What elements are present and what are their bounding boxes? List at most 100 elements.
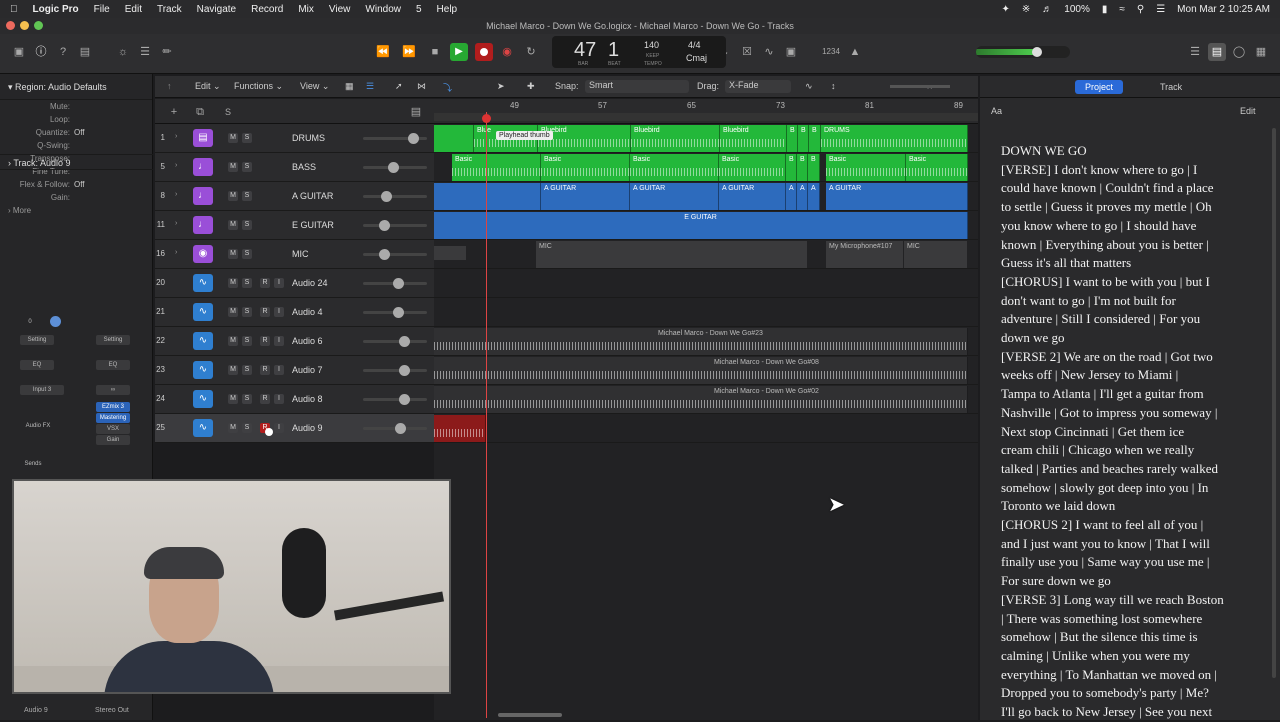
star-icon[interactable]: ✦: [1002, 4, 1010, 15]
list-view-icon[interactable]: ☰: [366, 81, 374, 92]
volume-knob[interactable]: [393, 278, 404, 289]
track-header-audio-6[interactable]: 22 ∿ M S R I Audio 6: [155, 327, 434, 356]
region-aguitar-2[interactable]: A GUITAR: [630, 183, 719, 210]
menu-mix[interactable]: Mix: [298, 4, 314, 15]
browser-icon[interactable]: ▦: [1252, 43, 1270, 61]
menu-view[interactable]: View: [329, 4, 351, 15]
volume-knob[interactable]: [399, 394, 410, 405]
catch-icon[interactable]: ⤵: [443, 81, 452, 94]
region-mic-mymic[interactable]: My Microphone#107: [826, 241, 904, 268]
volume-knob[interactable]: [408, 133, 419, 144]
mute-button[interactable]: M: [228, 394, 238, 404]
menu-window[interactable]: Window: [365, 4, 401, 15]
track-header-drums[interactable]: 1 › ▤ M S DRUMS: [155, 124, 434, 153]
setting-button-right[interactable]: Setting: [96, 335, 130, 345]
volume-knob[interactable]: [399, 365, 410, 376]
track-name[interactable]: MIC: [292, 249, 309, 259]
guitar-icon[interactable]: ♩: [193, 187, 213, 205]
wifi-icon[interactable]: ≈: [1119, 4, 1125, 15]
drum-icon[interactable]: ▤: [193, 129, 213, 147]
track-inspector-header[interactable]: › Track: Audio 9: [0, 154, 153, 170]
mute-button[interactable]: M: [228, 307, 238, 317]
solo-button[interactable]: S: [242, 191, 252, 201]
inspector-row-mute[interactable]: Mute:: [0, 100, 152, 113]
master-volume-slider[interactable]: [976, 46, 1070, 58]
solo-button[interactable]: S: [242, 336, 252, 346]
disclosure-icon[interactable]: ›: [175, 162, 177, 169]
record-enable-button[interactable]: R: [260, 394, 270, 404]
volume-knob[interactable]: [395, 423, 406, 434]
region-aguitar-a3[interactable]: A: [808, 183, 820, 210]
region-bass-b-2[interactable]: B: [797, 154, 808, 181]
library-icon[interactable]: ▣: [10, 43, 28, 61]
region-audio8[interactable]: Michael Marco - Down We Go#02: [434, 386, 968, 413]
region-b-3[interactable]: B: [809, 125, 821, 152]
record-enable-button[interactable]: R: [260, 423, 273, 436]
inspector-row-gain[interactable]: Gain:: [0, 191, 152, 204]
volume-slider[interactable]: [363, 365, 427, 376]
mute-button[interactable]: M: [228, 162, 238, 172]
waveform-icon[interactable]: ∿: [193, 303, 213, 321]
track-list-icon[interactable]: ▤: [407, 103, 425, 121]
info-icon[interactable]: ⓘ: [32, 43, 50, 61]
tab-track[interactable]: Track: [1150, 80, 1192, 94]
volume-slider[interactable]: [363, 278, 427, 289]
region-aguitar-4[interactable]: A GUITAR: [826, 183, 968, 210]
region-drums-pre[interactable]: [434, 125, 474, 152]
snap-dropdown[interactable]: Smart: [585, 80, 689, 93]
solo-button[interactable]: S: [242, 249, 252, 259]
region-eguitar[interactable]: E GUITAR: [434, 212, 968, 239]
region-b-2[interactable]: B: [798, 125, 809, 152]
pencil-tool-icon[interactable]: ✚: [527, 81, 535, 92]
input-monitor-button[interactable]: I: [274, 307, 284, 317]
drag-dropdown[interactable]: X-Fade: [725, 80, 791, 93]
solo-button[interactable]: S: [242, 394, 252, 404]
notes-scrollbar[interactable]: [1272, 128, 1276, 678]
fast-forward-icon[interactable]: ⏩: [400, 43, 418, 61]
tracks-horizontal-scrollbar[interactable]: [498, 713, 562, 717]
track-header-audio-8[interactable]: 24 ∿ M S R I Audio 8: [155, 385, 434, 414]
region-mic-pre[interactable]: [434, 246, 467, 260]
input-button[interactable]: Input 3: [20, 385, 64, 395]
track-name[interactable]: E GUITAR: [292, 220, 334, 230]
menu-navigate[interactable]: Navigate: [197, 4, 236, 15]
playhead-line[interactable]: [486, 112, 487, 718]
strip-pan-knob[interactable]: [50, 316, 61, 327]
track-name[interactable]: Audio 24: [292, 278, 328, 288]
inspector-row-loop[interactable]: Loop:: [0, 113, 152, 126]
help-icon[interactable]: ?: [54, 43, 72, 61]
record-enable-button[interactable]: R: [260, 278, 270, 288]
volume-slider[interactable]: [363, 220, 427, 231]
inspector-more[interactable]: › More: [0, 204, 152, 218]
smart-controls-icon[interactable]: ☼: [114, 43, 132, 61]
menu-edit[interactable]: Edit: [125, 4, 142, 15]
lcd-display[interactable]: 47 1 BAR BEAT 140 KEEP TEMPO 4/4 Cmaj: [552, 36, 726, 68]
waveform-icon[interactable]: ∿: [193, 361, 213, 379]
capture-record-icon[interactable]: ◉: [498, 43, 516, 61]
solo-button[interactable]: S: [242, 307, 252, 317]
volume-knob[interactable]: [379, 220, 390, 231]
apple-icon[interactable]: : [10, 4, 18, 15]
view-menu[interactable]: View ⌄: [300, 81, 329, 92]
volume-slider[interactable]: [363, 191, 427, 202]
volume-slider[interactable]: [363, 133, 427, 144]
control-center-icon[interactable]: ☰: [1156, 4, 1165, 15]
bluetooth-icon[interactable]: ※: [1022, 4, 1030, 15]
volume-knob[interactable]: [388, 162, 399, 173]
solo-button[interactable]: S: [242, 278, 252, 288]
zoom-slider[interactable]: [890, 85, 950, 88]
add-track-icon[interactable]: +: [165, 103, 183, 121]
font-format-button[interactable]: Aa: [991, 106, 1002, 116]
mute-button[interactable]: M: [228, 133, 238, 143]
search-icon[interactable]: ⚲: [1137, 4, 1144, 15]
region-bass-b-3[interactable]: B: [808, 154, 820, 181]
notes-edit-button[interactable]: Edit: [1240, 106, 1256, 116]
mixer-icon[interactable]: ☰: [136, 43, 154, 61]
track-header-bass[interactable]: 5 › ♩ M S BASS: [155, 153, 434, 182]
disclosure-icon[interactable]: ›: [175, 133, 177, 140]
region-basic-1[interactable]: Basic: [452, 154, 541, 181]
region-mic-2[interactable]: MIC: [904, 241, 968, 268]
region-aguitar-a2[interactable]: A: [797, 183, 808, 210]
record-enable-button[interactable]: R: [260, 307, 270, 317]
region-bluebird-3[interactable]: Bluebird: [720, 125, 787, 152]
